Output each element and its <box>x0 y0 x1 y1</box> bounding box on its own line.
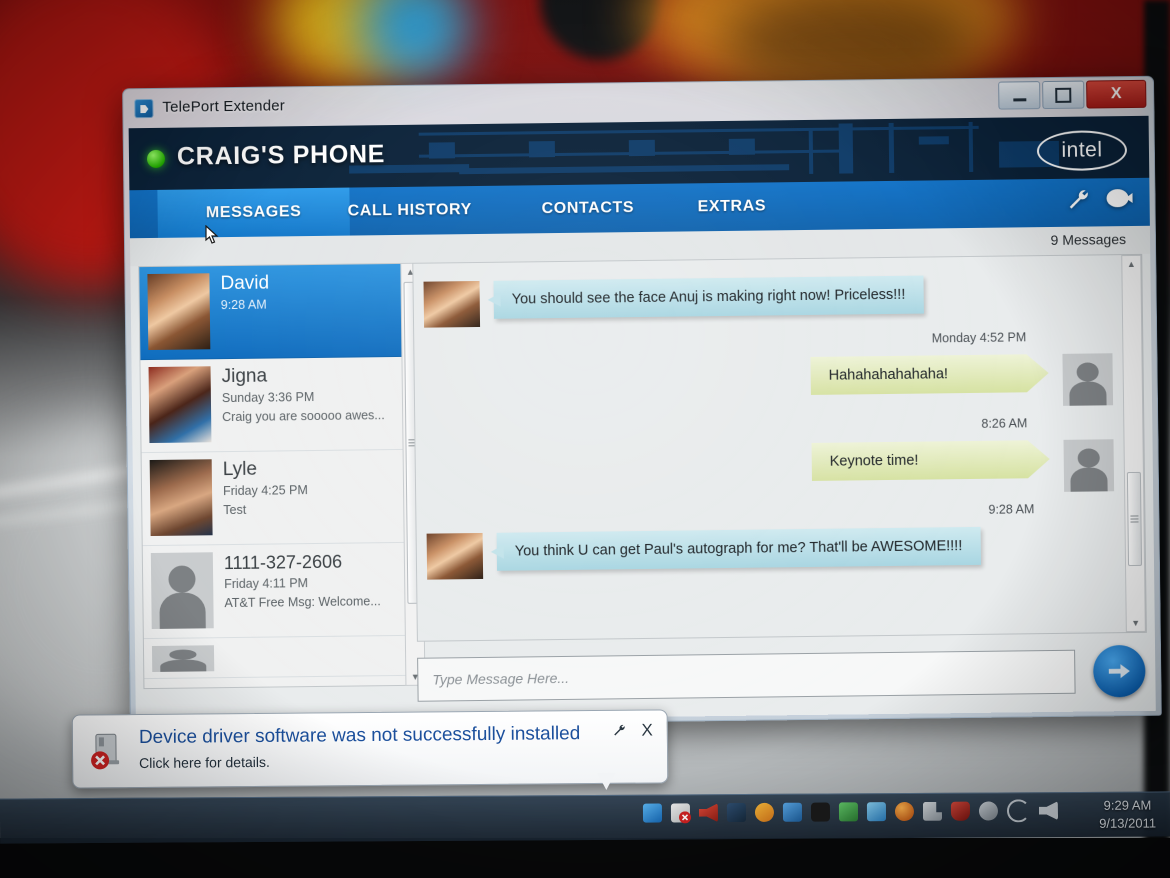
notification-title: Device driver software was not successfu… <box>138 723 581 749</box>
app-icon <box>134 98 154 119</box>
tab-extras[interactable]: EXTRAS <box>675 182 788 231</box>
volume-icon[interactable] <box>1039 801 1058 820</box>
notification-close-button[interactable]: X <box>641 721 653 741</box>
blue-icon[interactable] <box>782 802 803 822</box>
tab-call-history[interactable]: CALL HISTORY <box>325 186 494 236</box>
message-timestamp: Monday 4:52 PM <box>931 330 1027 346</box>
message-composer: Type Message Here... <box>417 643 1148 714</box>
maximize-button[interactable] <box>1042 80 1085 110</box>
list-item[interactable]: 1111-327-2606 Friday 4:11 PM AT&T Free M… <box>142 542 406 640</box>
list-item[interactable] <box>143 635 407 680</box>
clock-date: 9/13/2011 <box>1099 815 1157 831</box>
message-row: Hahahahahahaha! <box>424 353 1114 413</box>
panes: David 9:28 AM Jigna Sunday 3:36 PM Craig… <box>130 253 1156 723</box>
avatar <box>151 645 215 673</box>
conversation-time: Sunday 3:36 PM <box>221 390 315 406</box>
window-content: CRAIG'S PHONE intel MESSAGES CALL HISTOR… <box>128 115 1156 724</box>
message-row: You think U can get Paul's autograph for… <box>426 525 1116 580</box>
avatar <box>1062 353 1114 406</box>
scroll-up-arrow[interactable]: ▲ <box>1122 256 1140 272</box>
message-thread[interactable]: You should see the face Anuj is making r… <box>412 253 1147 642</box>
tab-messages[interactable]: MESSAGES <box>157 187 350 238</box>
phone-name: CRAIG'S PHONE <box>176 140 386 171</box>
conversation-name: David <box>220 272 270 295</box>
send-button[interactable] <box>1093 644 1146 698</box>
connection-status-icon <box>146 149 166 169</box>
black-circle-icon[interactable] <box>810 802 831 822</box>
messenger-icon[interactable] <box>642 803 663 823</box>
speaker-red-icon[interactable] <box>699 803 718 822</box>
screen-edge-bottom <box>0 838 1170 878</box>
conversation-list[interactable]: David 9:28 AM Jigna Sunday 3:36 PM Craig… <box>138 262 408 690</box>
sync-icon[interactable] <box>1006 799 1031 823</box>
avatar <box>426 532 484 580</box>
notification-balloon[interactable]: Device driver software was not successfu… <box>71 709 669 789</box>
mouse-cursor <box>205 224 219 245</box>
conversation-name: Jigna <box>221 365 268 388</box>
application-window: TelePort Extender X CRAIG'S PHONE intel … <box>122 75 1162 729</box>
conversation-preview: Craig you are sooooo awes... <box>222 408 385 425</box>
conversation-time: Friday 4:11 PM <box>224 576 309 592</box>
network-icon[interactable] <box>726 803 747 823</box>
green-icon[interactable] <box>838 802 859 822</box>
close-button[interactable]: X <box>1086 79 1147 109</box>
conversation-name: 1111-327-2606 <box>223 551 343 574</box>
orange-icon[interactable] <box>754 802 775 822</box>
taskbar: 9:29 AM 9/13/2011 <box>0 791 1170 844</box>
message-bubble: Keynote time! <box>812 440 1050 481</box>
message-bubble: You should see the face Anuj is making r… <box>493 275 924 319</box>
avatar <box>149 459 213 537</box>
chat-bubble-icon[interactable] <box>1105 187 1135 216</box>
conversation-time: Friday 4:25 PM <box>222 483 308 499</box>
flag-icon[interactable] <box>923 802 942 821</box>
avatar <box>148 366 212 444</box>
minimize-button[interactable] <box>998 81 1041 110</box>
list-item[interactable]: David 9:28 AM <box>139 263 403 361</box>
device-error-icon <box>87 729 131 773</box>
display-icon[interactable] <box>866 802 887 822</box>
message-count: 9 Messages <box>1050 231 1127 248</box>
person-icon[interactable] <box>978 801 999 821</box>
error-icon[interactable] <box>670 803 692 824</box>
avatar <box>150 552 214 630</box>
system-tray <box>642 799 1058 825</box>
conversation-time: 9:28 AM <box>220 297 267 313</box>
message-timestamp: 9:28 AM <box>988 502 1035 517</box>
message-row: You should see the face Anuj is making r… <box>423 273 1113 328</box>
message-timestamp: 8:26 AM <box>981 416 1028 431</box>
nav-icon-group <box>1065 186 1135 218</box>
avatar <box>147 273 211 351</box>
list-item[interactable]: Lyle Friday 4:25 PM Test <box>141 449 405 547</box>
red-shield-icon[interactable] <box>950 801 971 821</box>
orange-ball-icon[interactable] <box>894 801 915 822</box>
clock-time: 9:29 AM <box>1103 797 1152 813</box>
scrollbar-thumb[interactable] <box>1126 471 1143 567</box>
message-input[interactable]: Type Message Here... <box>417 649 1076 702</box>
avatar <box>1063 439 1115 492</box>
scroll-down-arrow[interactable]: ▼ <box>1127 615 1145 631</box>
conversation-preview: AT&T Free Msg: Welcome... <box>224 594 381 611</box>
message-bubble: Hahahahahahaha! <box>810 354 1048 395</box>
window-controls: X <box>998 79 1147 110</box>
notification-subtitle[interactable]: Click here for details. <box>139 754 270 771</box>
conversation-name: Lyle <box>222 458 258 481</box>
window-title: TelePort Extender <box>162 97 286 116</box>
tab-contacts[interactable]: CONTACTS <box>519 184 656 234</box>
message-bubble: You think U can get Paul's autograph for… <box>496 526 981 571</box>
list-item[interactable]: Jigna Sunday 3:36 PM Craig you are soooo… <box>140 356 404 454</box>
message-row: Keynote time! <box>426 439 1115 499</box>
avatar <box>423 280 481 328</box>
conversation-preview: Test <box>223 502 247 518</box>
taskbar-clock[interactable]: 9:29 AM 9/13/2011 <box>1099 797 1156 833</box>
wrench-icon[interactable] <box>612 723 627 741</box>
wrench-icon[interactable] <box>1065 186 1091 217</box>
